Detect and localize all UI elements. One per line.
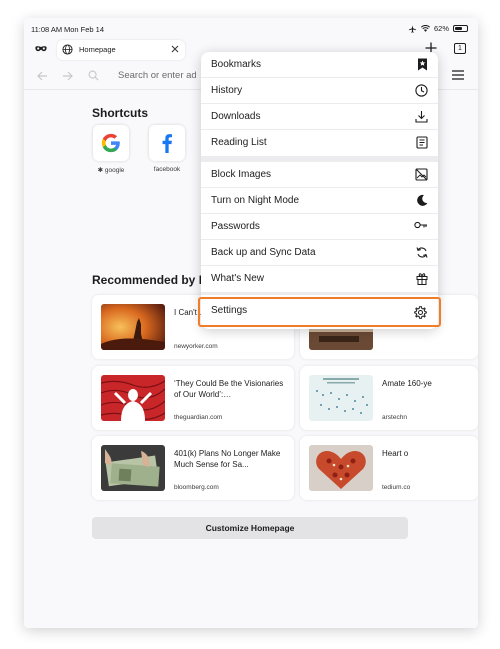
story-source: theguardian.com [174, 414, 223, 421]
tab-count-button[interactable]: 1 [454, 43, 466, 54]
shortcut-label-google: ✱ google [97, 167, 125, 174]
facebook-icon [162, 134, 172, 153]
globe-icon [62, 44, 73, 55]
google-logo-tile [93, 125, 129, 161]
story-title: Heart o [382, 449, 409, 458]
menu-item-label: Passwords [211, 221, 260, 232]
menu-item-night-mode[interactable]: Turn on Night Mode [201, 188, 438, 214]
story-source: newyorker.com [174, 343, 218, 350]
menu-item-label: What's New [211, 273, 265, 284]
shortcut-label-facebook: facebook [153, 166, 181, 173]
reading-list-icon [416, 136, 428, 149]
gift-icon [416, 273, 428, 285]
story-card[interactable]: Amate 160-ye arstechn [300, 366, 478, 430]
clock-icon [415, 84, 428, 97]
private-mask-icon[interactable] [34, 42, 48, 56]
block-images-icon [415, 168, 428, 181]
back-arrow-icon[interactable] [36, 70, 48, 82]
menu-item-label: Back up and Sync Data [211, 247, 316, 258]
google-icon [101, 133, 120, 153]
menu-item-settings[interactable]: Settings [198, 297, 441, 327]
menu-item-bookmarks[interactable]: Bookmarks [201, 52, 438, 78]
shortcuts-heading: Shortcuts [92, 106, 149, 120]
menu-item-block-images[interactable]: Block Images [201, 162, 438, 188]
menu-item-passwords[interactable]: Passwords [201, 214, 438, 240]
gear-icon [414, 306, 427, 319]
menu-item-label: History [211, 85, 243, 96]
menu-item-label: Settings [211, 305, 248, 316]
story-thumbnail [101, 304, 165, 350]
status-date: Mon Feb 14 [64, 25, 105, 34]
search-icon [88, 70, 99, 81]
menu-item-sync[interactable]: Back up and Sync Data [201, 240, 438, 266]
shortcut-google[interactable]: ✱ google [91, 125, 131, 174]
story-title: 401(k) Plans No Longer Make Much Sense f… [174, 449, 281, 469]
moon-icon [417, 194, 428, 206]
menu-item-label: Block Images [211, 169, 272, 180]
url-input[interactable]: Search or enter ad [110, 65, 210, 87]
menu-item-history[interactable]: History [201, 78, 438, 104]
story-thumbnail [101, 445, 165, 491]
sync-icon [416, 247, 428, 258]
status-time: 11:08 AM [31, 25, 63, 34]
menu-item-reading-list[interactable]: Reading List [201, 130, 438, 156]
menu-item-whats-new[interactable]: What's New [201, 266, 438, 292]
ipad-screen: 11:08 AM Mon Feb 14 62% Homepage 1 Searc… [24, 18, 478, 628]
menu-separator [201, 292, 438, 295]
story-title: ‘They Could Be the Visionaries of Our Wo… [174, 379, 284, 399]
shortcut-facebook[interactable]: facebook [147, 125, 187, 173]
battery-icon [453, 25, 468, 32]
hamburger-menu-icon[interactable] [452, 70, 464, 80]
recommended-heading: Recommended by Po [92, 273, 215, 287]
menu-item-label: Turn on Night Mode [211, 195, 300, 206]
story-source: tedium.co [382, 484, 411, 491]
download-icon [415, 111, 428, 123]
menu-item-label: Bookmarks [211, 59, 262, 70]
facebook-logo-tile [149, 125, 185, 161]
story-thumbnail [309, 375, 373, 421]
key-icon [414, 221, 427, 229]
story-card[interactable]: 401(k) Plans No Longer Make Much Sense f… [92, 436, 294, 500]
menu-item-label: Reading List [211, 137, 267, 148]
customize-homepage-button[interactable]: Customize Homepage [92, 517, 408, 539]
story-title: Amate 160-ye [382, 379, 432, 388]
story-card[interactable]: Heart o tedium.co [300, 436, 478, 500]
story-card[interactable]: ‘They Could Be the Visionaries of Our Wo… [92, 366, 294, 430]
menu-item-label: Downloads [211, 111, 261, 122]
story-thumbnail [101, 375, 165, 421]
close-icon[interactable] [171, 45, 179, 53]
pin-icon: ✱ [97, 167, 105, 174]
story-source: bloomberg.com [174, 484, 219, 491]
status-bar: 11:08 AM Mon Feb 14 62% [24, 18, 478, 40]
battery-percent: 62% [433, 24, 449, 33]
menu-item-downloads[interactable]: Downloads [201, 104, 438, 130]
story-thumbnail [309, 445, 373, 491]
forward-arrow-icon[interactable] [62, 70, 74, 82]
bookmark-star-icon [418, 58, 427, 71]
tab-title: Homepage [79, 45, 116, 54]
status-indicators: 62% [408, 24, 468, 33]
tab-homepage[interactable]: Homepage [57, 40, 185, 60]
app-menu-popover: Bookmarks History Downloads Reading List… [198, 52, 441, 329]
battery-fill [455, 27, 462, 30]
airplane-icon [408, 24, 417, 33]
story-source: arstechn [382, 414, 407, 421]
wifi-icon [420, 25, 430, 32]
